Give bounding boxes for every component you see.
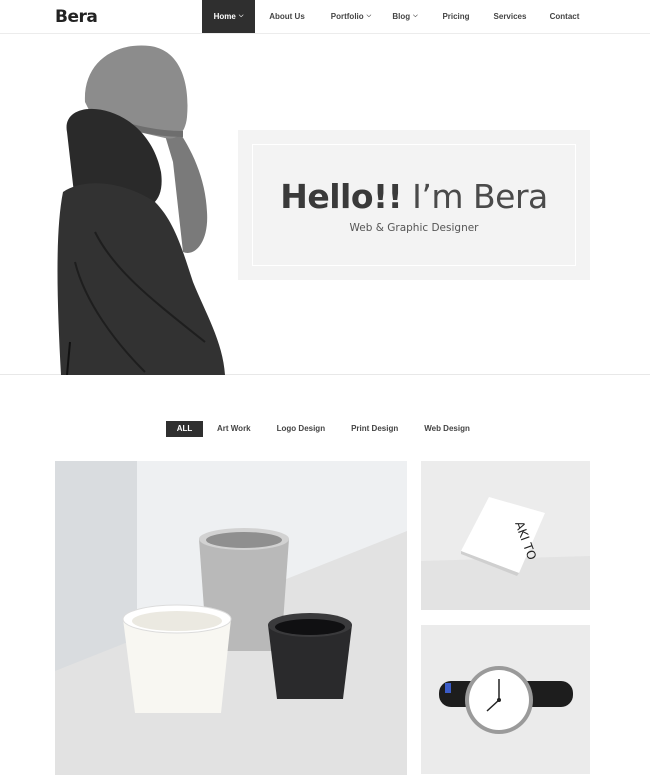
site-logo[interactable]: Bera — [55, 7, 98, 27]
nav-item-contact[interactable]: Contact — [535, 0, 594, 33]
filter-web-design[interactable]: Web Design — [424, 421, 470, 437]
nav-item-about[interactable]: About Us — [255, 0, 319, 33]
chevron-down-icon: ⌵ — [413, 13, 418, 19]
portfolio-item-business-card[interactable]: AKI TO — [421, 461, 590, 610]
nav-item-pricing[interactable]: Pricing — [427, 0, 485, 33]
hero-intro-box: Hello!! I’m Bera Web & Graphic Designer — [238, 130, 590, 280]
watch-image — [421, 625, 590, 774]
nav-item-label: Pricing — [442, 12, 470, 21]
hero-intro-frame: Hello!! I’m Bera Web & Graphic Designer — [252, 144, 576, 266]
hero-section: Hello!! I’m Bera Web & Graphic Designer — [0, 34, 650, 375]
top-navbar: Bera Home ⌵ About Us Portfolio ⌵ Blog ⌵ … — [0, 0, 650, 34]
nav-item-label: Services — [493, 12, 527, 21]
chevron-down-icon: ⌵ — [366, 13, 372, 19]
nav-item-label: About Us — [269, 12, 305, 21]
nav-item-home[interactable]: Home ⌵ — [202, 0, 255, 33]
business-card-image: AKI TO — [421, 461, 590, 610]
nav-item-portfolio[interactable]: Portfolio ⌵ — [319, 0, 383, 33]
filter-logo-design[interactable]: Logo Design — [277, 421, 325, 437]
nav-item-blog[interactable]: Blog ⌵ — [383, 0, 427, 33]
portfolio-item-watch[interactable] — [421, 625, 590, 774]
hero-title: Hello!! I’m Bera — [280, 177, 548, 216]
hero-title-bold: Hello!! — [280, 176, 403, 216]
chevron-down-icon: ⌵ — [238, 13, 244, 19]
main-menu: Home ⌵ About Us Portfolio ⌵ Blog ⌵ Prici… — [202, 0, 594, 33]
nav-item-label: Home — [213, 12, 236, 21]
cups-image — [55, 461, 407, 775]
nav-item-label: Contact — [549, 12, 580, 21]
portfolio-filters: ALL Art Work Logo Design Print Design We… — [166, 421, 496, 437]
nav-item-services[interactable]: Services — [485, 0, 535, 33]
filter-art-work[interactable]: Art Work — [217, 421, 251, 437]
portfolio-item-cups[interactable] — [55, 461, 407, 775]
nav-item-label: Portfolio — [330, 12, 364, 21]
hero-title-light: I’m Bera — [412, 176, 548, 216]
hero-person-image — [57, 45, 225, 375]
nav-item-label: Blog — [392, 12, 411, 21]
hero-subtitle: Web & Graphic Designer — [349, 221, 479, 234]
filter-all[interactable]: ALL — [166, 421, 203, 437]
filter-print-design[interactable]: Print Design — [351, 421, 398, 437]
